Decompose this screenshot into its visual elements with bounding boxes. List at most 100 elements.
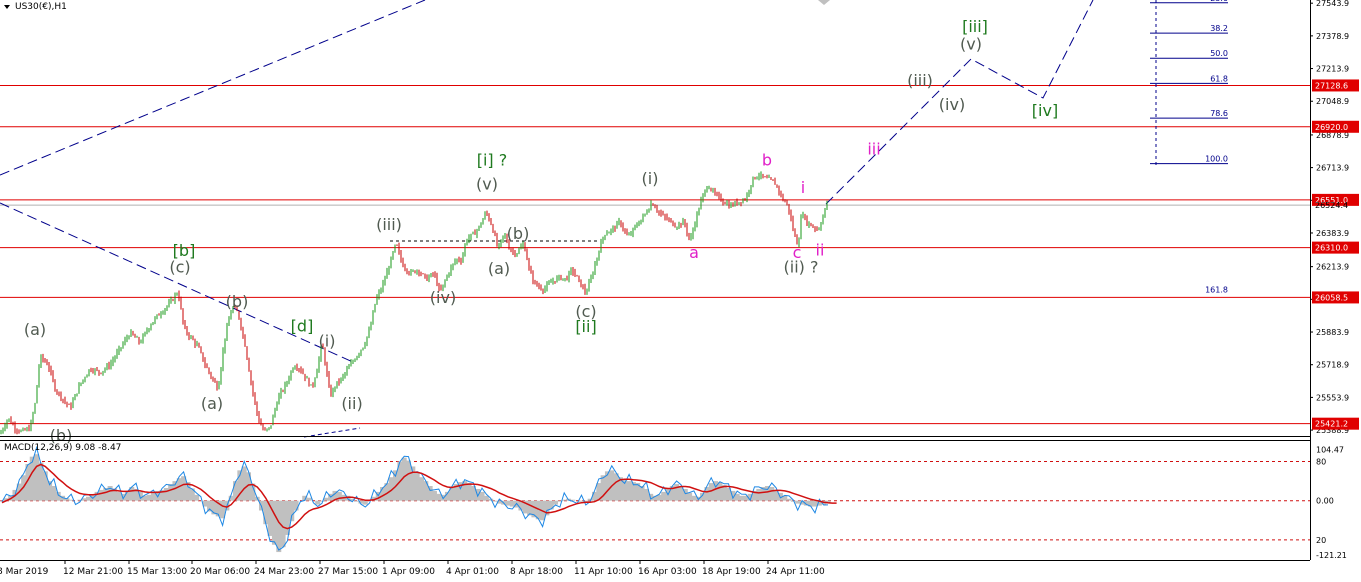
- macd-bar: [427, 486, 433, 501]
- wave-label: (iii): [376, 215, 402, 234]
- time-tick-label: 18 Apr 19:00: [702, 567, 761, 577]
- level-price-label: 25421.2: [1315, 420, 1348, 429]
- wave-label: (iv): [939, 95, 965, 114]
- macd-bar: [418, 477, 424, 501]
- price-chart[interactable]: 23.638.250.061.878.6100.0161.8 [iii](v)(…: [0, 0, 1361, 582]
- level-price-label: 26920.0: [1315, 123, 1348, 132]
- current-price-label: 26524.4: [1315, 201, 1348, 210]
- macd-bar: [717, 482, 723, 501]
- macd-bar: [505, 500, 511, 506]
- fib-level-label: 100.0: [1205, 155, 1228, 164]
- macd-bar: [661, 491, 667, 501]
- fib-level-label: 61.8: [1210, 74, 1228, 83]
- time-tick-label: 1 Apr 09:00: [382, 567, 435, 577]
- macd-bar: [293, 500, 299, 511]
- wave-label: [d]: [291, 316, 314, 335]
- wave-label: (iii): [907, 71, 933, 90]
- wave-label: (c): [169, 257, 190, 276]
- fib-level-label: 23.6: [1210, 0, 1228, 3]
- dropdown-arrow-icon[interactable]: [4, 4, 10, 9]
- wave-label: (a): [488, 259, 510, 278]
- macd-bar: [280, 500, 286, 548]
- macd-bar: [42, 471, 48, 501]
- macd-bar: [362, 500, 368, 505]
- wave-label: a: [689, 243, 699, 262]
- price-tick-label: 25883.9: [1316, 328, 1349, 337]
- level-price-label: 26310.0: [1315, 244, 1348, 253]
- price-tick-label: 26383.9: [1316, 229, 1349, 238]
- wave-label: (iv): [430, 288, 456, 307]
- macd-bar: [194, 494, 200, 501]
- macd-tick-label: 0.00: [1316, 497, 1334, 506]
- macd-bar: [207, 500, 213, 512]
- macd-bar: [578, 500, 584, 502]
- macd-bar: [509, 500, 515, 507]
- macd-bar: [479, 491, 485, 501]
- fib-level-label: 50.0: [1210, 49, 1228, 58]
- macd-bar: [527, 500, 533, 516]
- wave-label: (b): [507, 224, 530, 243]
- macd-bar: [553, 500, 559, 505]
- price-tick-label: 27213.9: [1316, 65, 1349, 74]
- macd-bar: [271, 500, 277, 545]
- macd-bar: [68, 499, 74, 501]
- wave-label: [iv]: [1032, 101, 1058, 120]
- fib-level-label: 38.2: [1210, 24, 1228, 33]
- macd-tick-label: 80: [1316, 458, 1326, 467]
- time-tick-label: 8 Apr 18:00: [510, 567, 563, 577]
- macd-bar: [98, 489, 104, 501]
- wave-label: (i): [642, 169, 659, 188]
- macd-tick-label: -121.21: [1316, 551, 1347, 560]
- macd-bar: [687, 492, 693, 501]
- macd-bar: [289, 500, 295, 522]
- macd-bar: [354, 500, 360, 502]
- price-tick-label: 27543.9: [1316, 0, 1349, 8]
- macd-bar: [764, 486, 770, 501]
- macd-bar: [168, 484, 174, 501]
- macd-bar: [436, 493, 442, 501]
- macd-bar: [176, 478, 182, 501]
- time-tick-label: 24 Mar 23:00: [254, 567, 314, 577]
- macd-bar: [739, 495, 745, 501]
- time-tick-label: 20 Mar 06:00: [190, 567, 250, 577]
- macd-tick-label: 20: [1316, 536, 1326, 545]
- wave-label: (a): [24, 320, 46, 339]
- macd-bar: [769, 486, 775, 501]
- wave-label: (v): [960, 35, 982, 54]
- macd-bar: [241, 466, 247, 501]
- level-price-label: 26058.5: [1315, 293, 1348, 302]
- time-tick-label: 11 Apr 10:00: [574, 567, 633, 577]
- macd-bar: [276, 500, 282, 553]
- time-tick-label: 15 Mar 13:00: [127, 567, 187, 577]
- wave-label: (v): [476, 174, 498, 193]
- wave-label: (ii): [341, 394, 362, 413]
- wave-label: (i): [319, 332, 336, 351]
- macd-bar: [319, 500, 325, 502]
- macd-bar: [626, 481, 632, 501]
- macd-bar: [85, 496, 91, 501]
- macd-bar: [786, 498, 792, 501]
- time-tick-label: 16 Apr 03:00: [638, 567, 697, 577]
- wave-label: (b): [226, 292, 249, 311]
- symbol-title: US30(€),H1: [4, 2, 67, 12]
- macd-tick-label: 104.47: [1316, 446, 1344, 455]
- wave-label: b: [762, 150, 772, 169]
- price-tick-label: 26213.9: [1316, 263, 1349, 272]
- macd-bar: [466, 483, 472, 501]
- price-tick-label: 25553.9: [1316, 393, 1349, 402]
- macd-bar: [414, 472, 420, 501]
- macd-title: MACD(12,26,9) 9.08 -8.47: [4, 443, 122, 453]
- macd-bar: [795, 500, 801, 504]
- macd-bar: [306, 497, 312, 501]
- macd-bar: [163, 487, 169, 501]
- macd-bar: [548, 500, 554, 510]
- time-tick-label: 24 Apr 11:00: [766, 567, 825, 577]
- macd-bar: [756, 488, 762, 501]
- macd-bar: [812, 500, 818, 507]
- wave-label: [iii]: [962, 17, 988, 36]
- macd-bar: [691, 495, 697, 501]
- fib-level-label: 78.6: [1210, 109, 1228, 118]
- fib-extension-label: 161.8: [1205, 285, 1228, 294]
- macd-bar: [51, 486, 57, 501]
- price-tick-label: 27378.9: [1316, 32, 1349, 41]
